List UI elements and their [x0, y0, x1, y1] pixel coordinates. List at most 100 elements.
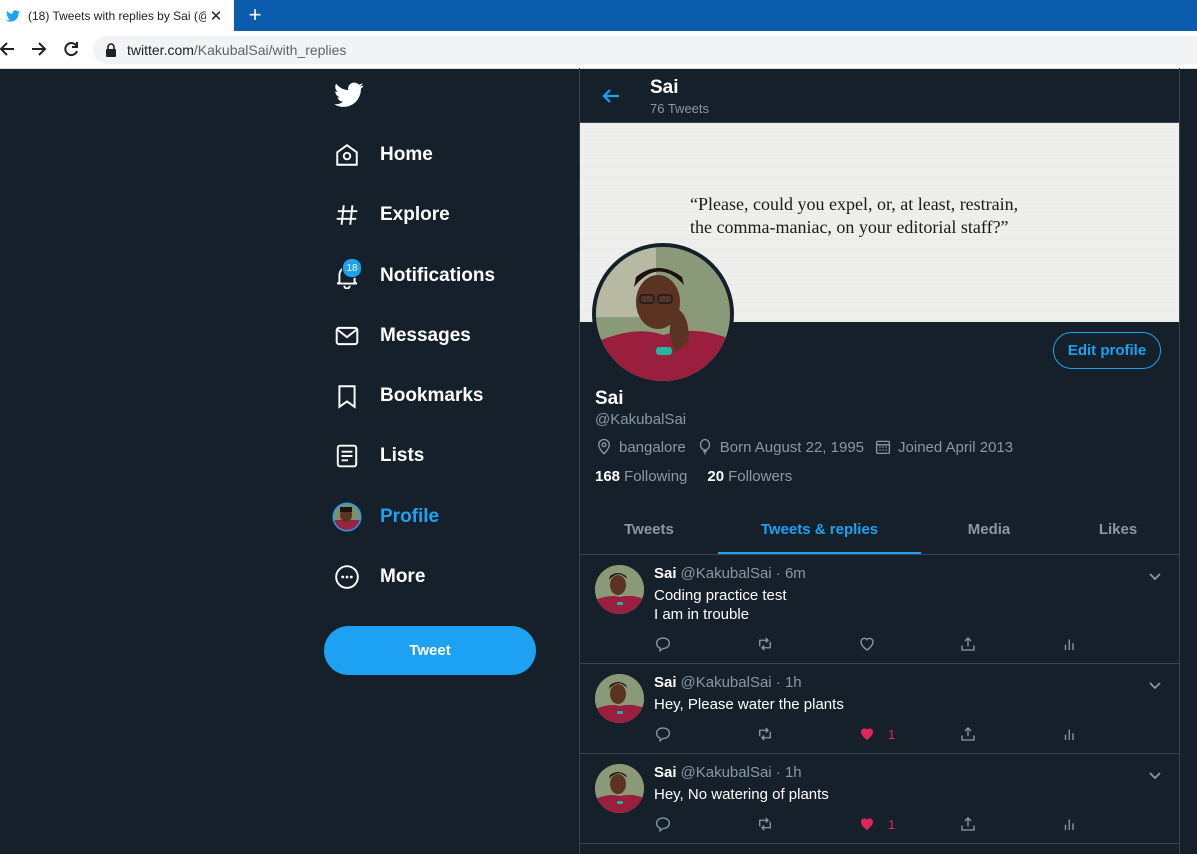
- tweet[interactable]: Sai @KakubalSai · 6m Coding practice test…: [580, 555, 1179, 664]
- sidebar-item-notifications[interactable]: 18 Notifications: [332, 258, 495, 291]
- envelope-icon: [332, 321, 362, 351]
- sidebar-item-home[interactable]: Home: [332, 140, 433, 170]
- sidebar-item-messages[interactable]: Messages: [332, 321, 471, 351]
- tweet-meta: @KakubalSai · 1h: [680, 764, 802, 781]
- retweet-icon: [759, 817, 771, 831]
- chevron-down-icon[interactable]: [1146, 766, 1164, 784]
- reply-icon: [655, 727, 671, 743]
- calendar-icon: [875, 440, 891, 455]
- avatar: [332, 502, 362, 532]
- lock-icon: [106, 43, 116, 57]
- like-button[interactable]: 1: [858, 814, 895, 834]
- tweet-author[interactable]: Sai: [654, 565, 677, 582]
- twitter-favicon-icon: [6, 9, 20, 22]
- browser-tab[interactable]: (18) Tweets with replies by Sai (@ ✕: [0, 0, 234, 31]
- retweet-button[interactable]: [756, 634, 774, 654]
- profile-birthday: Born August 22, 1995: [696, 438, 864, 456]
- tweet-actions: 1: [654, 814, 1154, 834]
- analytics-button[interactable]: [1061, 814, 1079, 834]
- location-text: bangalore: [619, 438, 686, 456]
- browser-tabstrip: (18) Tweets with replies by Sai (@ ✕ +: [0, 0, 1197, 31]
- tweet-meta: @KakubalSai · 6m: [680, 565, 806, 582]
- tab-tweets[interactable]: Tweets: [580, 505, 718, 554]
- address-bar[interactable]: twitter.com/KakubalSai/with_replies: [93, 36, 1197, 64]
- more-icon: [332, 562, 362, 592]
- analytics-icon: [1064, 639, 1074, 650]
- avatar[interactable]: [595, 565, 644, 614]
- tweet-author[interactable]: Sai: [654, 764, 677, 781]
- profile-column: Sai 76 Tweets “Please, could you expel, …: [579, 68, 1180, 854]
- tweet-button[interactable]: Tweet: [324, 626, 536, 675]
- notification-badge: 18: [342, 258, 362, 278]
- share-icon: [961, 637, 975, 651]
- tab-media[interactable]: Media: [921, 505, 1057, 554]
- share-button[interactable]: [959, 724, 977, 744]
- chevron-down-icon[interactable]: [1146, 567, 1164, 585]
- following-link[interactable]: 168 Following: [595, 468, 687, 485]
- forward-arrow-icon[interactable]: [28, 39, 48, 59]
- location-pin-icon: [598, 438, 610, 455]
- bookmark-icon: [332, 381, 362, 411]
- hashtag-icon: [332, 200, 362, 230]
- profile-name: Sai: [595, 388, 624, 409]
- edit-profile-button[interactable]: Edit profile: [1053, 332, 1161, 369]
- sidebar-item-label: Messages: [380, 325, 471, 346]
- twitter-logo-icon[interactable]: [334, 82, 364, 108]
- reply-button[interactable]: [654, 814, 672, 834]
- browser-toolbar: twitter.com/KakubalSai/with_replies: [0, 31, 1197, 69]
- chevron-down-icon[interactable]: [1146, 676, 1164, 694]
- share-button[interactable]: [959, 634, 977, 654]
- back-arrow-icon[interactable]: [600, 85, 622, 107]
- like-button[interactable]: [858, 634, 888, 654]
- bell-icon: 18: [332, 258, 362, 291]
- reply-button[interactable]: [654, 634, 672, 654]
- like-count: 1: [888, 816, 896, 832]
- close-tab-icon[interactable]: ✕: [206, 7, 226, 25]
- retweet-button[interactable]: [756, 814, 774, 834]
- avatar[interactable]: [595, 764, 644, 813]
- banner-quote-line: the comma-maniac, on your editorial staf…: [690, 217, 1009, 237]
- header-name: Sai: [650, 77, 679, 98]
- new-tab-icon[interactable]: +: [244, 4, 266, 26]
- retweet-button[interactable]: [756, 724, 774, 744]
- like-button[interactable]: 1: [858, 724, 895, 744]
- tweet-author[interactable]: Sai: [654, 674, 677, 691]
- tweet-text: Hey, Please water the plants: [654, 695, 844, 714]
- sidebar-item-profile[interactable]: Profile: [332, 502, 439, 532]
- like-count: 1: [888, 726, 896, 742]
- sidebar-item-explore[interactable]: Explore: [332, 200, 450, 230]
- avatar[interactable]: [595, 674, 644, 723]
- tab-tweets-replies[interactable]: Tweets & replies: [718, 505, 921, 554]
- reply-icon: [655, 637, 671, 653]
- following-count: 168: [595, 468, 621, 485]
- list-icon: [332, 441, 362, 471]
- sidebar-item-label: Lists: [380, 445, 425, 466]
- followers-count: 20: [707, 468, 725, 485]
- reload-icon[interactable]: [61, 39, 81, 59]
- profile-handle: @KakubalSai: [595, 411, 687, 428]
- analytics-button[interactable]: [1061, 634, 1079, 654]
- url-path: /KakubalSai/with_replies: [193, 42, 347, 58]
- heart-filled-icon: [861, 818, 873, 830]
- share-icon: [961, 727, 975, 741]
- tweet[interactable]: Sai @KakubalSai · 1h Hey, Please water th…: [580, 664, 1179, 754]
- profile-avatar[interactable]: [592, 243, 734, 385]
- tweet-header: Sai @KakubalSai · 6m: [654, 565, 806, 582]
- tweet-text: Coding practice test I am in trouble: [654, 586, 787, 624]
- tweet-actions: 1: [654, 724, 1154, 744]
- tweet-text-line: Hey, No watering of plants: [654, 786, 829, 803]
- tab-title: (18) Tweets with replies by Sai (@: [28, 8, 206, 23]
- share-button[interactable]: [959, 814, 977, 834]
- reply-button[interactable]: [654, 724, 672, 744]
- follow-stats: 168 Following 20 Followers: [595, 468, 792, 485]
- sidebar-item-bookmarks[interactable]: Bookmarks: [332, 381, 484, 411]
- tweet[interactable]: Sai @KakubalSai · 1h Hey, No watering of …: [580, 754, 1179, 844]
- tweet-text-line: Coding practice test: [654, 587, 787, 604]
- analytics-button[interactable]: [1061, 724, 1079, 744]
- tab-likes[interactable]: Likes: [1057, 505, 1179, 554]
- sidebar-item-lists[interactable]: Lists: [332, 441, 424, 471]
- back-arrow-icon[interactable]: [0, 39, 18, 59]
- tweet-header: Sai @KakubalSai · 1h: [654, 764, 802, 781]
- followers-link[interactable]: 20 Followers: [707, 468, 792, 485]
- sidebar-item-more[interactable]: More: [332, 562, 425, 592]
